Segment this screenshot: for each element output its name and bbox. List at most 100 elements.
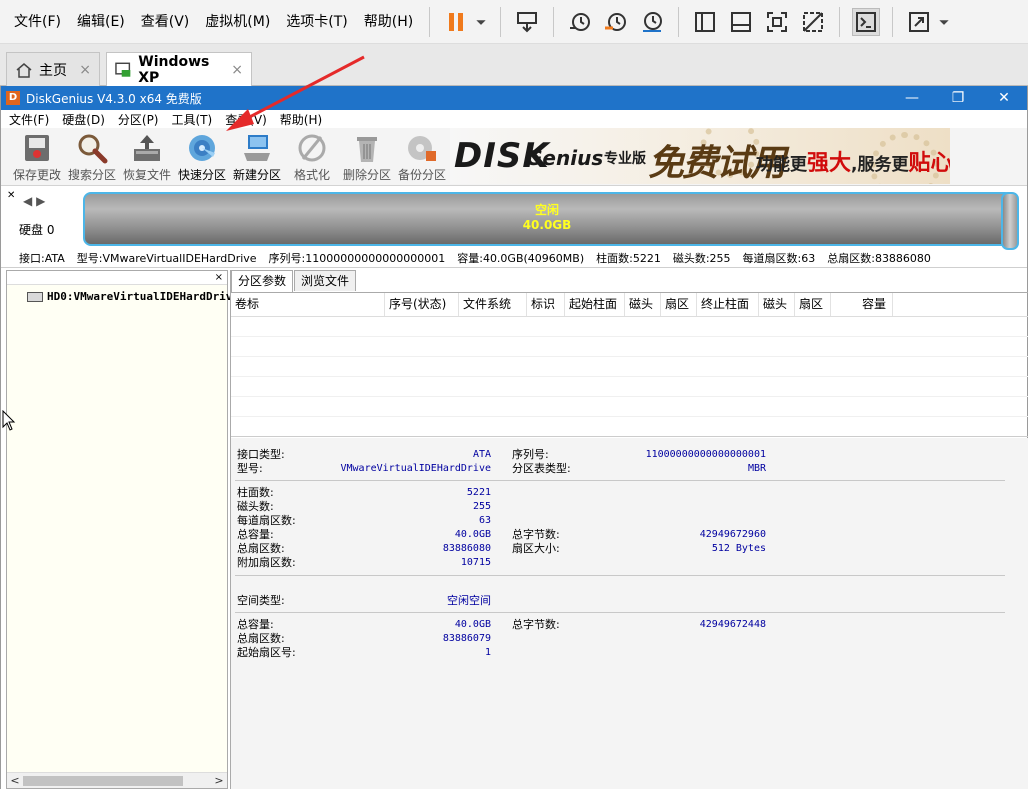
tool-label: 新建分区	[232, 168, 281, 182]
col-id[interactable]: 标识	[527, 293, 565, 316]
chevron-down-icon[interactable]	[474, 8, 488, 36]
delete-partition-button[interactable]: 删除分区	[340, 131, 394, 183]
horizontal-scrollbar[interactable]: < >	[7, 772, 227, 788]
col-start-cylinder[interactable]: 起始柱面	[565, 293, 625, 316]
prop-label: 空间类型:	[237, 594, 285, 607]
maximize-button[interactable]: ❐	[935, 86, 981, 110]
disk-serial: 序列号:11000000000000000001	[268, 251, 446, 265]
prop-label: 柱面数:	[237, 486, 274, 499]
revert-snapshot-icon[interactable]	[602, 8, 630, 36]
free-size: 40.0GB	[522, 218, 572, 232]
menu-partition[interactable]: 分区(P)	[113, 111, 164, 128]
menu-disk[interactable]: 硬盘(D)	[57, 111, 110, 128]
disk-total-sectors: 总扇区数:83886080	[827, 251, 931, 265]
scroll-thumb[interactable]	[23, 775, 183, 786]
table-row	[231, 357, 1028, 377]
vm-icon	[115, 62, 131, 77]
mouse-cursor-icon	[2, 410, 16, 431]
vm-menu-tabs[interactable]: 选项卡(T)	[278, 0, 355, 44]
menu-view[interactable]: 查看(V)	[220, 111, 272, 128]
tab-partition-params[interactable]: 分区参数	[231, 270, 294, 292]
menu-file[interactable]: 文件(F)	[4, 111, 54, 128]
disk-interface: 接口:ATA	[19, 251, 65, 265]
prev-disk-icon[interactable]: ◀	[23, 194, 32, 208]
tool-label: 格式化	[293, 168, 330, 182]
prop-value: MBR	[747, 463, 766, 474]
disk-capacity: 容量:40.0GB(40960MB)	[457, 251, 585, 265]
col-filesystem[interactable]: 文件系统	[459, 293, 527, 316]
prop-value: 83886079	[442, 633, 491, 644]
minimize-button[interactable]: —	[889, 86, 935, 110]
prop-value: 1	[484, 647, 491, 658]
tab-browse-files[interactable]: 浏览文件	[294, 270, 357, 291]
col-capacity[interactable]: 容量	[831, 293, 893, 316]
pause-icon[interactable]	[442, 8, 470, 36]
divider	[892, 6, 894, 37]
promo-banner[interactable]: DISK Genius 专业版 免费试用 功能更强大,服务更贴心	[450, 128, 950, 184]
table-header: 卷标 序号(状态) 文件系统 标识 起始柱面 磁头 扇区 终止柱面 磁头 扇区 …	[231, 293, 1028, 317]
slogan-highlight: 贴心	[908, 151, 950, 176]
chevron-down-icon[interactable]	[937, 8, 951, 36]
table-row	[231, 377, 1028, 397]
close-icon[interactable]: ×	[79, 62, 91, 78]
thumbnail-bar-icon[interactable]	[727, 8, 755, 36]
recover-files-button[interactable]: 恢复文件	[120, 131, 174, 183]
title-bar: D DiskGenius V4.3.0 x64 免费版 — ❐ ✕	[1, 86, 1027, 110]
search-partition-button[interactable]: 搜索分区	[65, 131, 119, 183]
col-end-head[interactable]: 磁头	[759, 293, 795, 316]
disk-cylinders: 柱面数:5221	[596, 251, 661, 265]
col-start-sector[interactable]: 扇区	[661, 293, 697, 316]
divider	[678, 6, 680, 37]
tab-home[interactable]: 主页 ×	[6, 52, 100, 86]
tree-item-hd0[interactable]: HD0:VMwareVirtualIDEHardDrive	[27, 290, 239, 303]
stretch-icon[interactable]	[905, 8, 933, 36]
free-space-block[interactable]: 空闲 40.0GB	[83, 192, 1019, 250]
menu-tools[interactable]: 工具(T)	[167, 111, 218, 128]
unity-icon[interactable]	[799, 8, 827, 36]
close-button[interactable]: ✕	[981, 86, 1027, 110]
backup-partition-button[interactable]: 备份分区	[395, 131, 449, 183]
console-icon[interactable]	[852, 7, 881, 36]
send-ctrl-alt-del-icon[interactable]	[513, 8, 541, 36]
col-end-sector[interactable]: 扇区	[795, 293, 831, 316]
vm-menu-help[interactable]: 帮助(H)	[356, 0, 421, 44]
vm-menu-view[interactable]: 查看(V)	[133, 0, 198, 44]
sidebar-toggle-icon[interactable]	[691, 8, 719, 36]
fullscreen-icon[interactable]	[763, 8, 791, 36]
next-disk-icon[interactable]: ▶	[36, 194, 45, 208]
prop-label: 附加扇区数:	[237, 556, 296, 569]
tab-label: 主页	[39, 62, 67, 79]
col-volume-label[interactable]: 卷标	[231, 293, 385, 316]
quick-partition-button[interactable]: 快速分区	[175, 131, 229, 183]
col-end-cylinder[interactable]: 终止柱面	[697, 293, 759, 316]
snapshot-manager-icon[interactable]	[638, 8, 666, 36]
vm-menu-vm[interactable]: 虚拟机(M)	[197, 0, 278, 44]
scroll-left-icon[interactable]: <	[7, 774, 23, 787]
home-icon	[16, 62, 32, 78]
new-partition-button[interactable]: 新建分区	[230, 131, 284, 183]
close-icon[interactable]: ×	[7, 271, 227, 285]
prop-value: 40.0GB	[454, 619, 491, 630]
scroll-right-icon[interactable]: >	[211, 774, 227, 787]
magnifier-icon	[75, 131, 109, 165]
format-button[interactable]: 格式化	[285, 131, 339, 183]
vm-menu-file[interactable]: 文件(F)	[6, 0, 69, 44]
partition-table: 卷标 序号(状态) 文件系统 标识 起始柱面 磁头 扇区 终止柱面 磁头 扇区 …	[231, 292, 1028, 437]
menu-help[interactable]: 帮助(H)	[275, 111, 327, 128]
save-changes-button[interactable]: 保存更改	[10, 131, 64, 183]
divider	[235, 575, 1005, 576]
snapshot-icon[interactable]	[566, 8, 594, 36]
disk-sectors-per-track: 每道扇区数:63	[742, 251, 816, 265]
divider	[235, 480, 1005, 481]
vm-menu-edit[interactable]: 编辑(E)	[69, 0, 133, 44]
prop-label: 总扇区数:	[237, 542, 285, 555]
detail-tabs: 分区参数 浏览文件	[231, 270, 357, 292]
close-icon[interactable]: ✕	[7, 190, 15, 201]
tab-windows-xp[interactable]: Windows XP ×	[106, 52, 252, 86]
window-controls: — ❐ ✕	[889, 86, 1027, 110]
prop-value: 空闲空间	[447, 594, 491, 607]
col-start-head[interactable]: 磁头	[625, 293, 661, 316]
prop-label: 分区表类型:	[512, 462, 571, 475]
col-index-status[interactable]: 序号(状态)	[385, 293, 459, 316]
close-icon[interactable]: ×	[231, 62, 243, 78]
